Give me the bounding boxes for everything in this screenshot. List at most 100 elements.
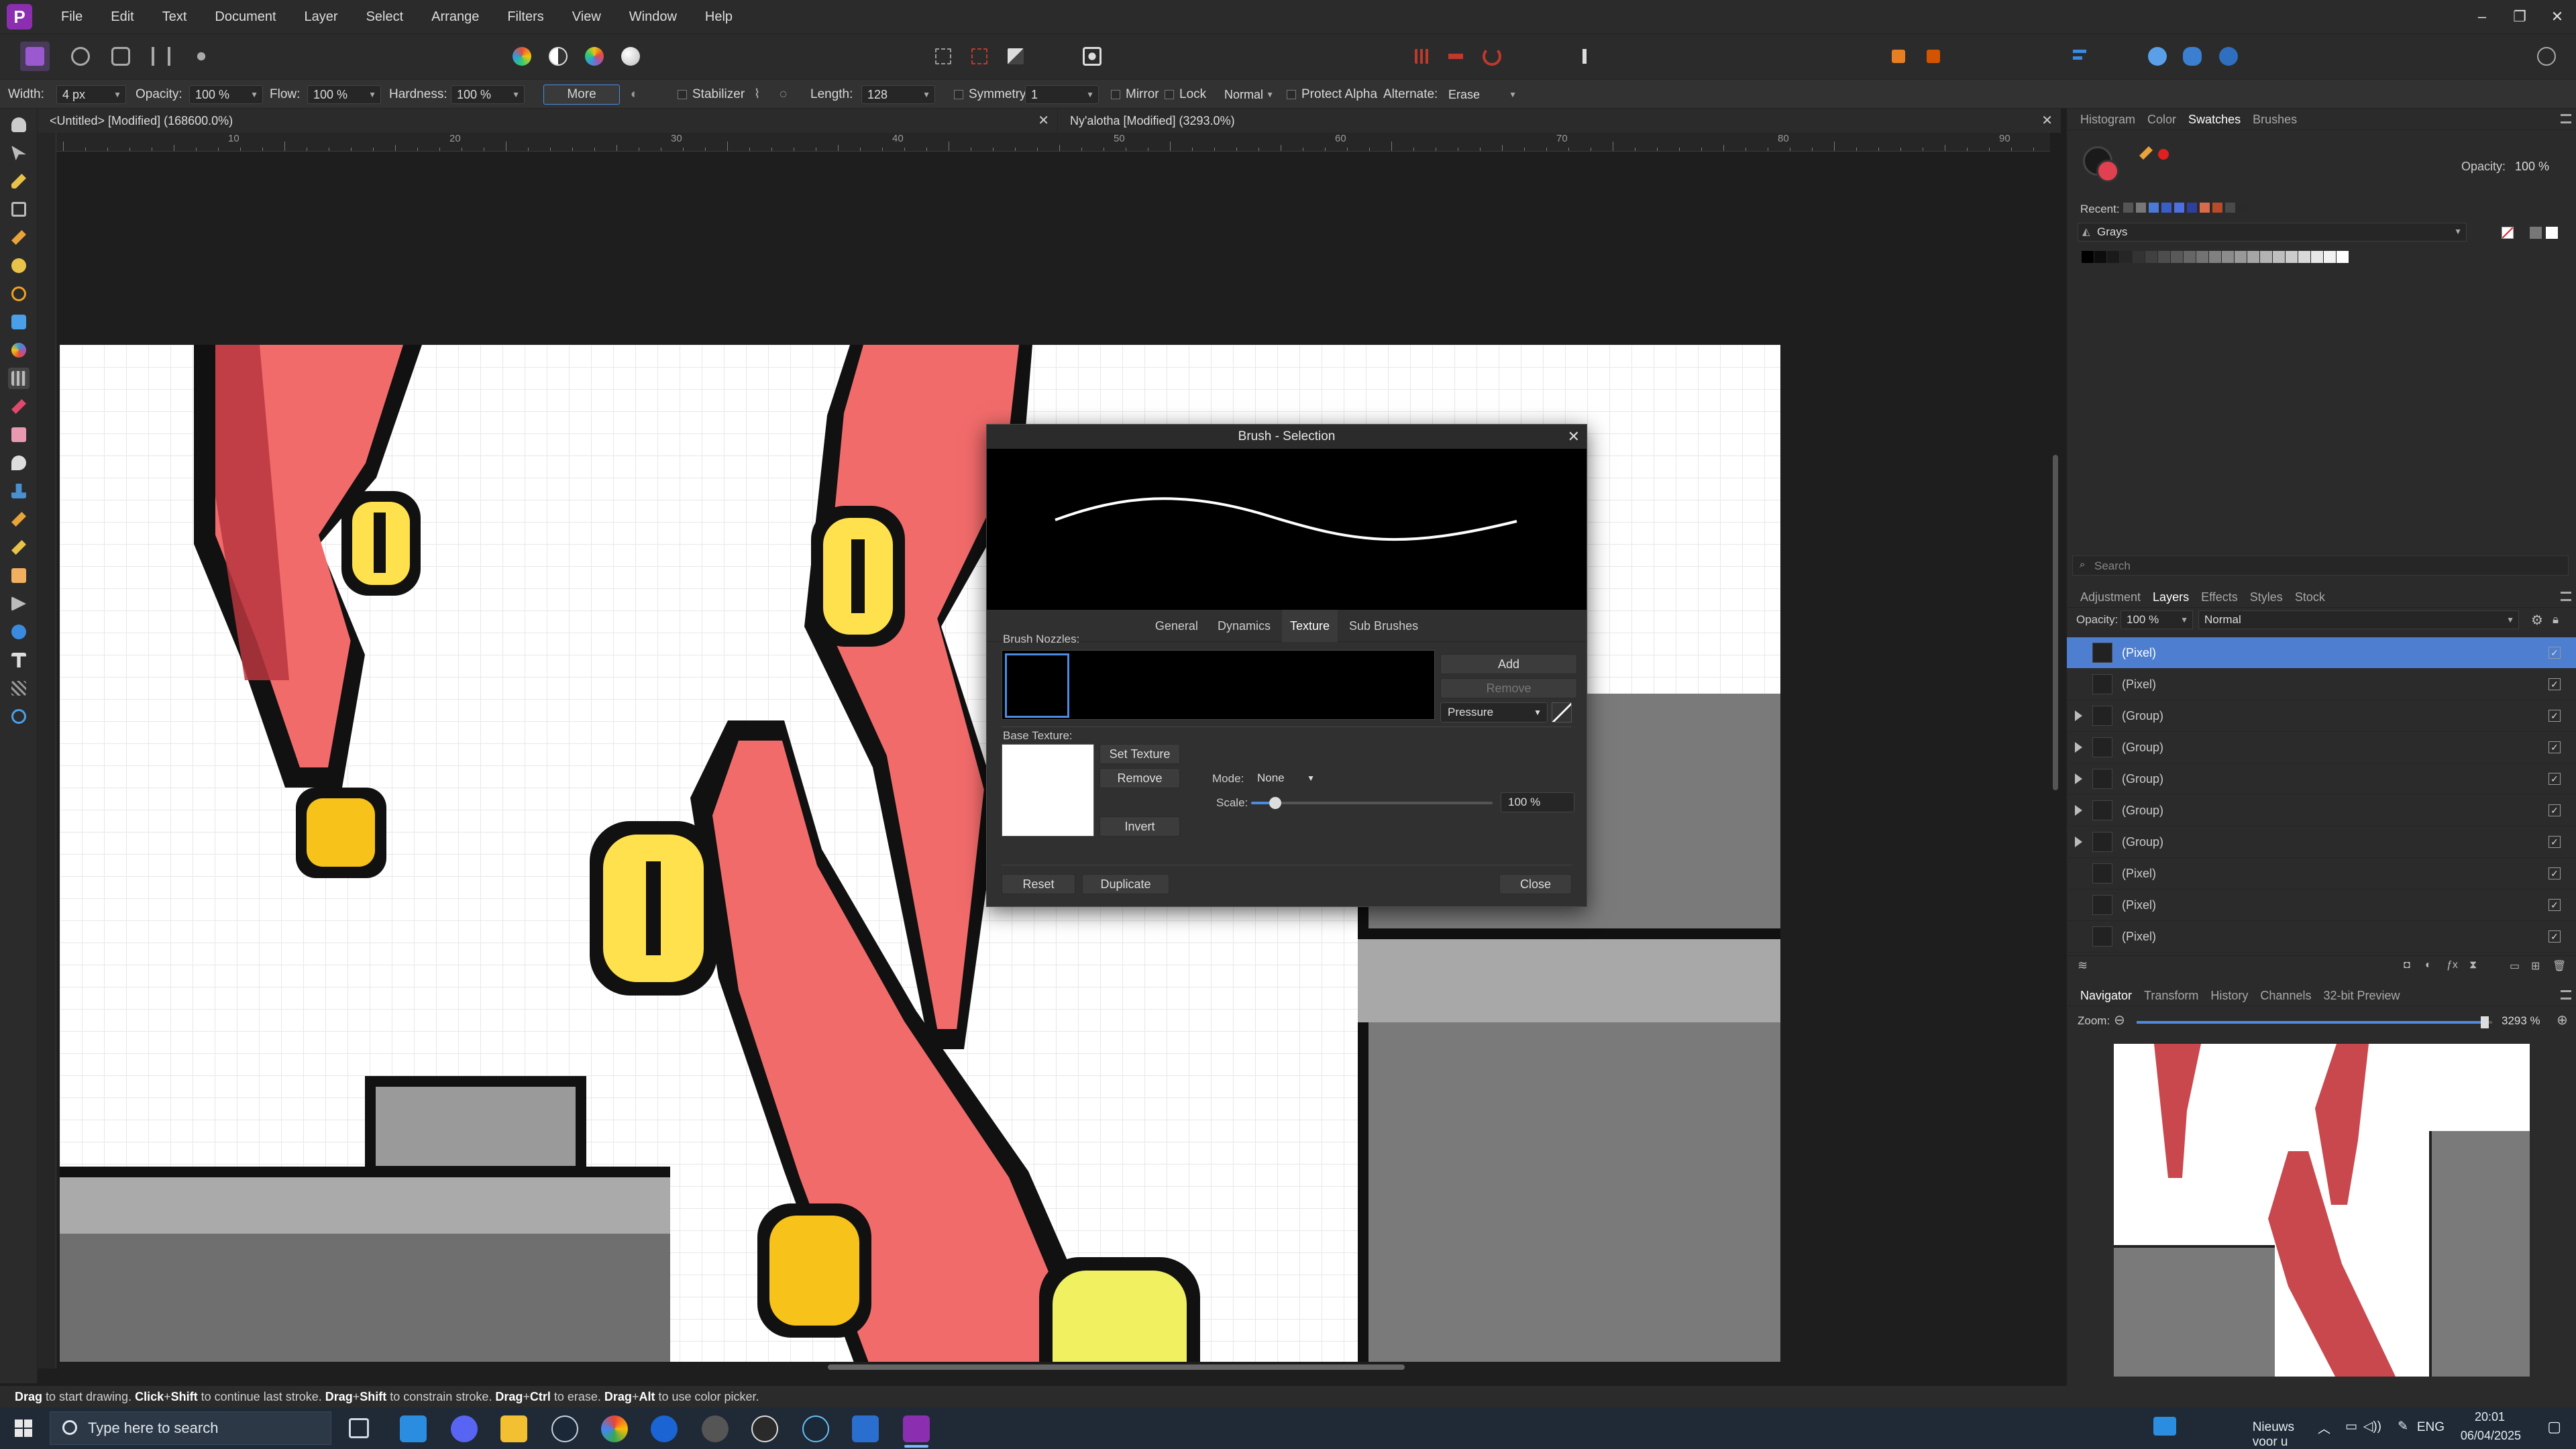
gog-galaxy-icon[interactable] [702,1415,729,1442]
deselect-icon[interactable] [965,42,994,71]
menu-select[interactable]: Select [352,0,418,34]
contrast-icon[interactable] [543,42,573,71]
tab-navigator[interactable]: Navigator [2067,985,2138,1006]
layer-row[interactable]: (Pixel) ✓ [2067,858,2576,890]
gray-swatch[interactable] [2235,251,2247,263]
recent-swatch[interactable] [2238,203,2248,213]
remove-texture-button[interactable]: Remove [1099,768,1180,788]
view-tool-icon[interactable] [8,114,30,136]
gear-icon[interactable]: ⚙ [2531,612,2543,629]
gray-swatch-icon[interactable] [2530,227,2542,239]
tab-channels[interactable]: Channels [2254,985,2317,1006]
notifications-icon[interactable]: ▢ [2547,1418,2561,1436]
symmetry-field[interactable]: 1 ▼ [1025,85,1099,104]
tab-brushes[interactable]: Brushes [2247,109,2303,130]
restore-button[interactable]: ❐ [2501,0,2538,34]
zoom-out-icon[interactable]: ⊖ [2114,1012,2125,1028]
layer-row[interactable]: (Pixel) ✓ [2067,890,2576,921]
recent-swatch[interactable] [2174,203,2184,213]
layer-row[interactable]: (Group) ✓ [2067,732,2576,763]
scroll-thumb[interactable] [828,1364,1405,1370]
panel-menu-icon[interactable] [2561,592,2571,601]
tab-general[interactable]: General [1147,610,1206,642]
tab-color[interactable]: Color [2141,109,2182,130]
erase-brush-tool-icon[interactable] [8,424,30,445]
curve-editor-icon[interactable] [1552,702,1572,722]
no-color-icon[interactable] [2502,227,2514,239]
expand-arrow-icon[interactable] [2075,837,2082,847]
mask-layer-icon[interactable]: ◘ [2404,959,2410,971]
marquee-selection-icon[interactable] [928,42,958,71]
palette-select[interactable]: Grays ◭ ▼ [2078,223,2467,241]
stabilizer-checkbox[interactable] [678,90,687,99]
menu-layer[interactable]: Layer [290,0,352,34]
add-nozzle-button[interactable]: Add [1440,654,1577,674]
align-icon[interactable] [2068,42,2097,71]
tab-dynamics[interactable]: Dynamics [1210,610,1279,642]
layer-visibility-checkbox[interactable]: ✓ [2548,647,2561,659]
duplicate-button[interactable]: Duplicate [1082,874,1169,894]
tab-adjustment[interactable]: Adjustment [2067,586,2147,608]
chrome-icon[interactable] [601,1415,628,1442]
gray-swatch[interactable] [2184,251,2196,263]
menu-filters[interactable]: Filters [493,0,557,34]
freehand-selection-tool-icon[interactable] [8,283,30,305]
layer-visibility-checkbox[interactable]: ✓ [2548,773,2561,785]
fx-icon[interactable]: ƒx [2447,959,2458,971]
recent-swatch[interactable] [2200,203,2210,213]
search-input[interactable]: ⌕ Search [2072,555,2569,576]
scale-slider[interactable] [1251,797,1493,809]
blend-mode-field[interactable]: Normal ▼ [1218,85,1279,104]
gray-swatch[interactable] [2196,251,2208,263]
close-icon[interactable]: ✕ [1038,109,1049,133]
zoom-slider[interactable] [2137,1016,2492,1028]
width-field[interactable]: 4 px ▼ [56,85,126,104]
news-widget-icon[interactable] [2153,1417,2176,1436]
recent-swatch[interactable] [2212,203,2222,213]
move-tool-icon[interactable] [8,142,30,164]
boolean-subtract-icon[interactable] [2178,42,2207,71]
gray-swatch[interactable] [2286,251,2298,263]
tab-swatches[interactable]: Swatches [2182,109,2247,130]
color-picker-tool-icon[interactable] [8,170,30,192]
mode-select[interactable]: None ▼ [1250,768,1321,788]
hardness-field[interactable]: 100 % ▼ [451,85,525,104]
close-dialog-button[interactable]: Close [1499,874,1572,894]
nozzle-controller-select[interactable]: Pressure ▼ [1440,702,1548,722]
white-swatch-icon[interactable] [2546,227,2558,239]
gray-swatch[interactable] [2209,251,2221,263]
tab-layers[interactable]: Layers [2147,586,2195,608]
mesh-warp-tool-icon[interactable] [8,678,30,699]
rope-mode-icon[interactable]: ⌇ [754,80,760,109]
user-icon[interactable] [2532,42,2561,71]
vscode-icon[interactable] [400,1415,427,1442]
scroll-thumb[interactable] [2053,455,2058,790]
tab-styles[interactable]: Styles [2244,586,2289,608]
layer-visibility-checkbox[interactable]: ✓ [2548,899,2561,911]
add-group-icon[interactable]: ▭ [2510,959,2520,973]
flood-fill-tool-icon[interactable] [8,339,30,361]
tab-untitled[interactable]: <Untitled> [Modified] (168600.0%) ✕ [38,109,1057,133]
pen-icon[interactable]: ✎ [2398,1419,2408,1434]
dodge-tool-icon[interactable] [8,452,30,474]
assistant-icon[interactable] [1570,42,1599,71]
recent-swatch[interactable] [2149,203,2159,213]
export-persona-icon[interactable] [186,42,216,71]
dialog-title-bar[interactable]: Brush - Selection ✕ [987,425,1587,449]
shape-tool-icon[interactable] [8,621,30,643]
epic-icon[interactable] [751,1415,778,1442]
panel-menu-icon[interactable] [2561,114,2571,123]
clock-date[interactable]: 06/04/2025 [2461,1429,2521,1443]
tone-mapping-persona-icon[interactable] [146,42,176,71]
menu-file[interactable]: File [47,0,97,34]
develop-persona-icon[interactable] [106,42,136,71]
recent-swatch[interactable] [2136,203,2146,213]
task-view-icon[interactable] [349,1418,369,1438]
pixel-grid-icon[interactable] [1441,42,1470,71]
snapping-icon[interactable] [1407,42,1437,71]
flood-select-tool-icon[interactable] [8,255,30,276]
gray-swatch[interactable] [2171,251,2183,263]
arrange-back-icon[interactable] [1884,42,1913,71]
adjustment-layer-icon[interactable]: ◐ [2425,959,2432,971]
gray-swatch[interactable] [2222,251,2234,263]
